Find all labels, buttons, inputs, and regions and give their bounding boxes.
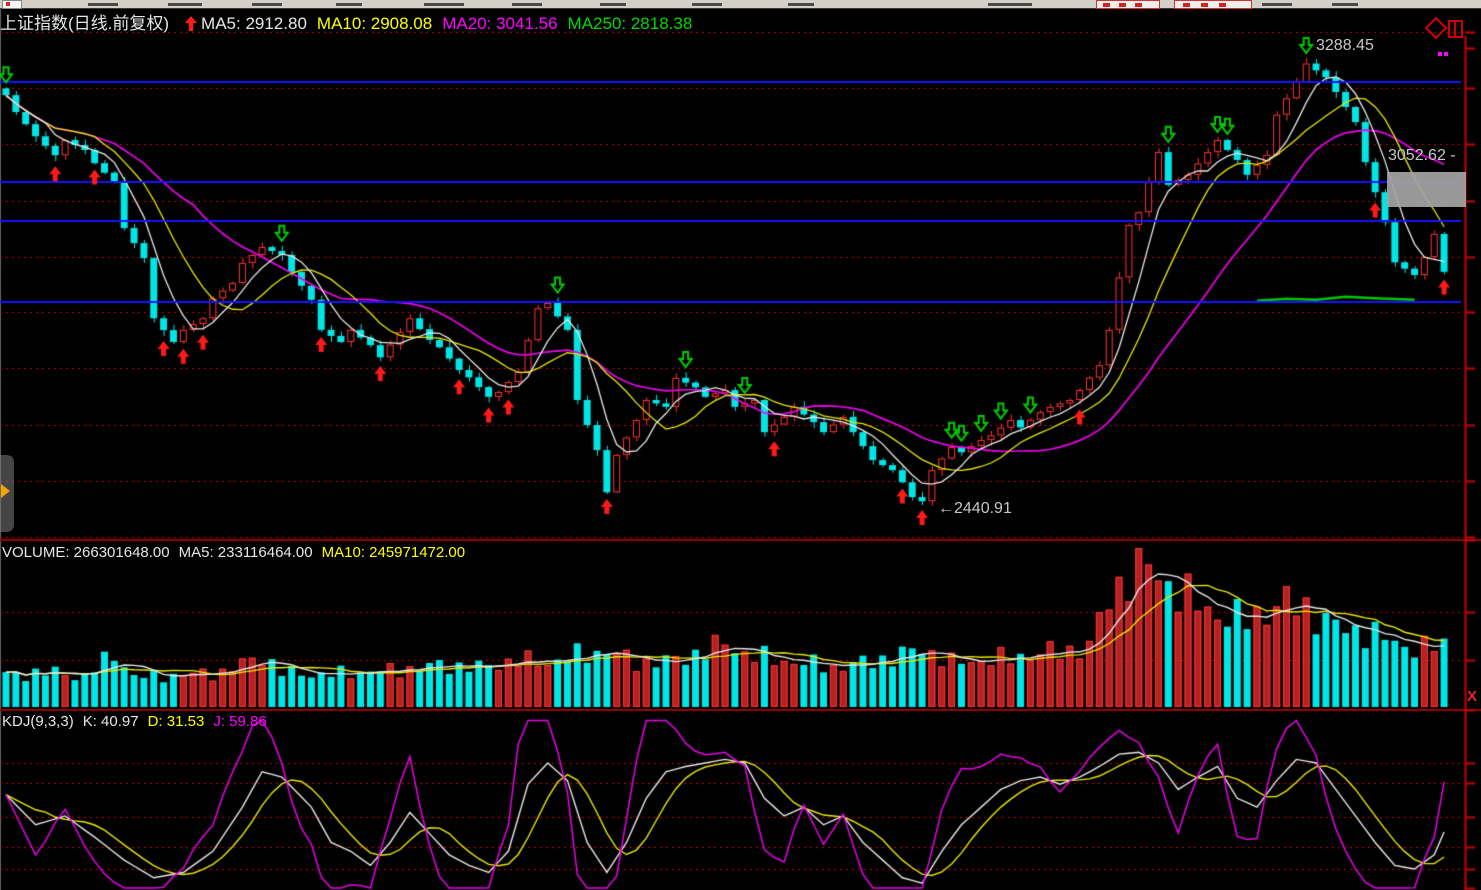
kdj-d-value: D: 31.53: [148, 713, 205, 730]
ma10-value: MA10: 2908.08: [317, 14, 432, 33]
kdj-name: KDJ(9,3,3): [2, 713, 74, 730]
expander-arrow-icon: [1, 484, 10, 498]
kdj-pane-header: KDJ(9,3,3) K: 40.97 D: 31.53 J: 59.86: [2, 713, 276, 730]
highlight-box: [1387, 172, 1466, 207]
ma250-value: MA250: 2818.38: [568, 14, 693, 33]
x-icon[interactable]: X: [1467, 688, 1477, 705]
ma20-edge-dot: [1444, 52, 1448, 56]
volume-value: VOLUME: 266301648.00: [2, 544, 170, 561]
ma20-edge-dot: [1438, 52, 1442, 56]
volume-ma10-value: MA10: 245971472.00: [322, 544, 465, 561]
trading-app-window: 上证指数(日线.前复权) MA5: 2912.80 MA10: 2908.08 MA2…: [0, 0, 1481, 890]
sidebar-expander-tab[interactable]: [0, 455, 14, 532]
chart-title-bar: 上证指数(日线.前复权) MA5: 2912.80 MA10: 2908.08 MA2…: [0, 9, 1460, 45]
menu-bar[interactable]: [0, 0, 1481, 9]
volume-ma5-value: MA5: 233116464.00: [179, 544, 313, 561]
volume-pane-header: VOLUME: 266301648.00 MA5: 233116464.00 MA1…: [2, 544, 474, 561]
price-volume-kdj-chart-canvas[interactable]: [0, 0, 1481, 890]
up-arrow-icon: [185, 16, 197, 31]
menu-sell-button[interactable]: [1174, 0, 1252, 9]
kdj-k-value: K: 40.97: [83, 713, 139, 730]
level-price-label: 3052.62 -: [1388, 147, 1456, 165]
ma5-value: MA5: 2912.80: [201, 14, 307, 33]
ma20-value: MA20: 3041.56: [442, 14, 557, 33]
kdj-j-value: J: 59.86: [213, 713, 266, 730]
instrument-title: 上证指数(日线.前复权): [0, 14, 169, 33]
trough-price-label: ←2440.91: [938, 500, 1012, 518]
menu-buy-button[interactable]: [1096, 0, 1160, 9]
app-icon[interactable]: [2, 0, 22, 9]
restore-window-icon[interactable]: [1448, 20, 1463, 38]
peak-price-label: 3288.45: [1316, 37, 1374, 55]
